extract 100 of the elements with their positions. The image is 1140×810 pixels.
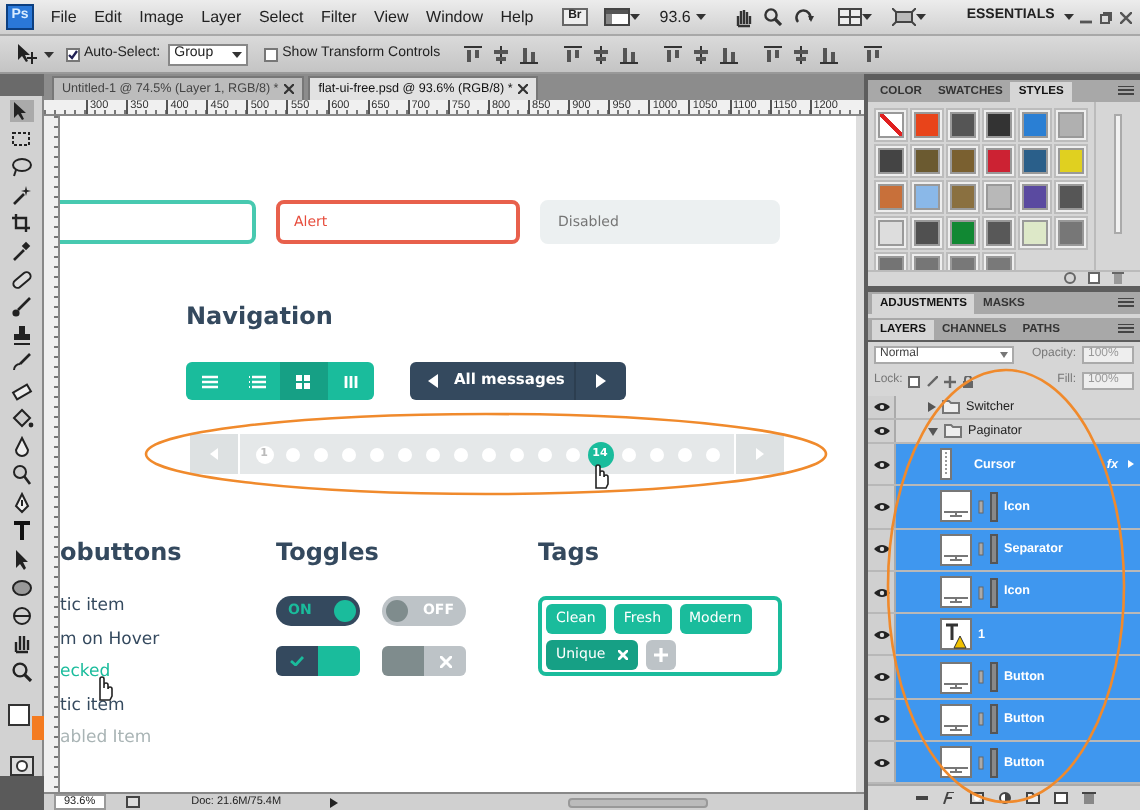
page-dot[interactable]: [341, 447, 355, 461]
page-dot[interactable]: [537, 447, 551, 461]
lasso-icon[interactable]: [9, 155, 33, 177]
eye-icon[interactable]: [873, 544, 889, 555]
align-icon[interactable]: [692, 45, 711, 63]
align-icon[interactable]: [592, 45, 611, 63]
style-swatch[interactable]: [986, 184, 1012, 210]
page-dot[interactable]: [509, 447, 523, 461]
eye-icon[interactable]: [873, 629, 889, 640]
style-swatch[interactable]: [950, 148, 976, 174]
style-swatch[interactable]: [986, 148, 1012, 174]
brush-icon[interactable]: [9, 295, 33, 317]
rotate-icon[interactable]: [794, 8, 815, 26]
auto-select-checkbox[interactable]: [66, 47, 80, 61]
radio-label[interactable]: tic item: [60, 590, 276, 623]
style-swatch[interactable]: [1022, 148, 1048, 174]
zoom-icon[interactable]: [9, 659, 33, 681]
style-swatch[interactable]: [1022, 220, 1048, 246]
layout-icon[interactable]: [603, 8, 630, 26]
caret-icon[interactable]: [696, 14, 707, 20]
style-swatch[interactable]: [950, 184, 976, 210]
align-icon[interactable]: [520, 45, 539, 63]
clear-style-icon[interactable]: [1064, 272, 1076, 284]
status-icon[interactable]: [125, 796, 140, 808]
align-icon[interactable]: [720, 45, 739, 63]
caret-icon[interactable]: [862, 14, 873, 20]
eyedropper-icon[interactable]: [9, 239, 33, 261]
style-swatch[interactable]: [1058, 220, 1084, 246]
close-icon[interactable]: [1120, 11, 1132, 23]
view-button[interactable]: [327, 362, 374, 400]
lock-icon[interactable]: [962, 375, 975, 387]
panel-menu-icon[interactable]: [1118, 86, 1134, 96]
page-dot[interactable]: [425, 447, 439, 461]
mask-icon[interactable]: [969, 792, 983, 804]
page-dot[interactable]: [481, 447, 495, 461]
page-dot[interactable]: [565, 447, 579, 461]
page-dot[interactable]: [397, 447, 411, 461]
type-tool-icon[interactable]: [9, 519, 33, 541]
eye-icon[interactable]: [873, 587, 889, 598]
crop-icon[interactable]: [9, 211, 33, 233]
style-swatch[interactable]: [986, 112, 1012, 138]
page-dot[interactable]: [285, 447, 299, 461]
menu-item[interactable]: Layer: [192, 7, 251, 27]
lock-pixels-icon[interactable]: [908, 375, 921, 387]
eye-icon[interactable]: [873, 402, 889, 412]
hand-icon[interactable]: [9, 631, 33, 653]
arrange-icon[interactable]: [838, 8, 863, 26]
style-swatch[interactable]: [914, 220, 940, 246]
play-icon[interactable]: [329, 797, 338, 807]
bucket-icon[interactable]: [9, 407, 33, 429]
move-tool-icon[interactable]: [16, 44, 38, 64]
remove-icon[interactable]: [617, 650, 628, 660]
style-swatch[interactable]: [1058, 112, 1084, 138]
expand-triangle-icon[interactable]: [928, 402, 936, 412]
shape-icon[interactable]: [9, 575, 33, 597]
view-button[interactable]: [280, 362, 327, 400]
drop-icon[interactable]: [9, 435, 33, 457]
align-icon[interactable]: [564, 45, 583, 63]
align-icon[interactable]: [792, 45, 811, 63]
transform-controls-checkbox[interactable]: [264, 47, 279, 61]
page-dot[interactable]: [621, 447, 635, 461]
eraser-icon[interactable]: [9, 379, 33, 401]
caret-icon[interactable]: [44, 51, 54, 57]
style-swatch[interactable]: [878, 148, 904, 174]
menu-item[interactable]: Filter: [312, 7, 366, 27]
panel-menu-icon[interactable]: [1118, 324, 1134, 334]
page-dot[interactable]: [649, 447, 663, 461]
caret-icon[interactable]: [916, 14, 927, 20]
style-swatch[interactable]: [1022, 112, 1048, 138]
stamp-icon[interactable]: [9, 323, 33, 345]
caret-icon[interactable]: [1064, 14, 1075, 20]
close-icon[interactable]: [518, 84, 529, 94]
style-swatch[interactable]: [1022, 184, 1048, 210]
page-dot[interactable]: [369, 447, 383, 461]
eye-icon[interactable]: [873, 757, 889, 768]
background-color-swatch[interactable]: [31, 716, 43, 740]
page-dot[interactable]: [453, 447, 467, 461]
dodge-icon[interactable]: [9, 463, 33, 485]
page-dot[interactable]: [705, 447, 719, 461]
page-dot[interactable]: [313, 447, 327, 461]
style-swatch[interactable]: [878, 220, 904, 246]
eye-icon[interactable]: [873, 426, 889, 436]
bandage-icon[interactable]: [9, 267, 33, 289]
radio-label[interactable]: m on Hover: [60, 623, 276, 656]
page-dot[interactable]: [677, 447, 691, 461]
caret-icon[interactable]: [629, 14, 640, 20]
effects-icon[interactable]: [941, 792, 955, 804]
link-icon[interactable]: [913, 792, 927, 804]
style-swatch[interactable]: [986, 220, 1012, 246]
screen-mode-icon[interactable]: [892, 8, 917, 26]
style-swatch[interactable]: [914, 112, 940, 138]
quick-mask-icon[interactable]: [9, 756, 33, 777]
align-icon[interactable]: [492, 45, 511, 63]
new-layer-icon[interactable]: [1053, 792, 1067, 804]
style-swatch[interactable]: [1058, 148, 1084, 174]
pen-icon[interactable]: [9, 491, 33, 513]
magic-wand-icon[interactable]: [9, 183, 33, 205]
folder-icon[interactable]: [1025, 792, 1039, 804]
restore-icon[interactable]: [1100, 11, 1112, 23]
menu-item[interactable]: Window: [417, 7, 492, 27]
